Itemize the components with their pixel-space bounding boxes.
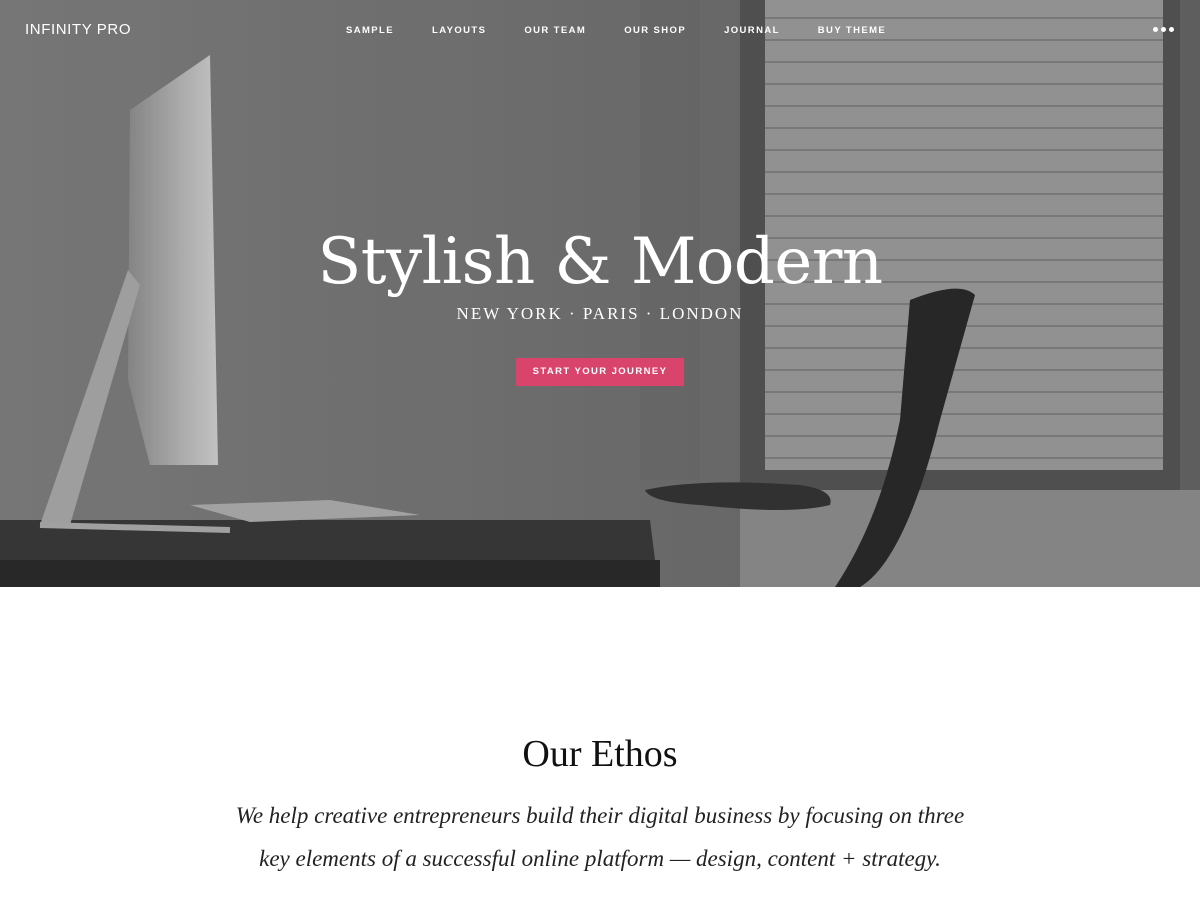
site-logo[interactable]: INFINITY PRO bbox=[25, 21, 131, 38]
ellipsis-icon[interactable] bbox=[1153, 27, 1174, 32]
ethos-text: We help creative entrepreneurs build the… bbox=[235, 803, 965, 871]
hero-content: Stylish & Modern NEW YORK · PARIS · LOND… bbox=[0, 222, 1200, 386]
nav-item-our-shop[interactable]: OUR SHOP bbox=[624, 25, 686, 36]
nav-item-layouts[interactable]: LAYOUTS bbox=[432, 25, 486, 36]
main-nav: SAMPLE LAYOUTS OUR TEAM OUR SHOP JOURNAL… bbox=[346, 25, 924, 36]
hero-section: INFINITY PRO SAMPLE LAYOUTS OUR TEAM OUR… bbox=[0, 0, 1200, 587]
ethos-title: Our Ethos bbox=[522, 733, 678, 775]
dot bbox=[1169, 27, 1174, 32]
site-header: INFINITY PRO SAMPLE LAYOUTS OUR TEAM OUR… bbox=[0, 0, 1200, 60]
hero-title: Stylish & Modern bbox=[317, 225, 883, 299]
nav-item-buy-theme[interactable]: BUY THEME bbox=[818, 25, 886, 36]
nav-item-our-team[interactable]: OUR TEAM bbox=[524, 25, 586, 36]
hero-subtitle: NEW YORK · PARIS · LONDON bbox=[456, 304, 744, 323]
nav-item-sample[interactable]: SAMPLE bbox=[346, 25, 394, 36]
dot bbox=[1161, 27, 1166, 32]
ethos-section: Our Ethos We help creative entrepreneurs… bbox=[0, 587, 1200, 900]
dot bbox=[1153, 27, 1158, 32]
start-journey-button[interactable]: START YOUR JOURNEY bbox=[515, 358, 685, 386]
nav-item-journal[interactable]: JOURNAL bbox=[724, 25, 780, 36]
